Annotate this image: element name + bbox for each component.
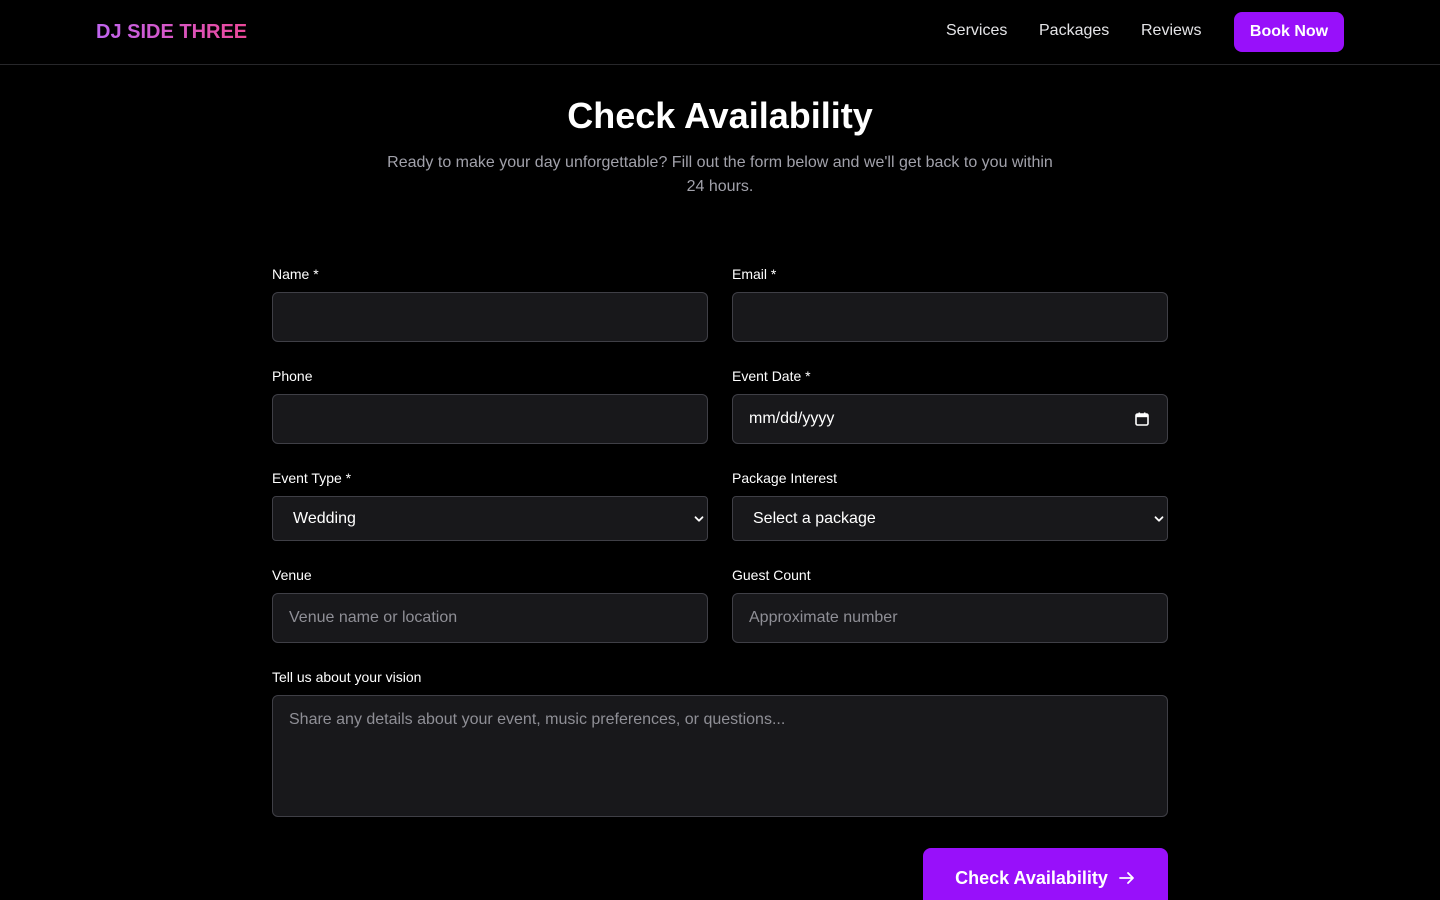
page-subtitle: Ready to make your day unforgettable? Fi… bbox=[387, 154, 1053, 195]
check-availability-label: Check Availability bbox=[955, 867, 1108, 888]
event-type-selected: Wedding bbox=[293, 509, 356, 527]
calendar-icon[interactable] bbox=[1135, 412, 1149, 426]
nav-link-reviews[interactable]: Reviews bbox=[1141, 21, 1201, 41]
navbar: DJ SIDE THREE Services Packages Reviews … bbox=[0, 0, 1440, 65]
guest-count-label: Guest Count bbox=[732, 567, 811, 583]
event-date-placeholder: mm/dd/yyyy bbox=[749, 410, 835, 427]
arrow-right-icon bbox=[1118, 872, 1134, 884]
event-date-input[interactable]: mm/dd/yyyy bbox=[732, 394, 1168, 444]
phone-label: Phone bbox=[272, 368, 313, 384]
name-input[interactable] bbox=[272, 292, 708, 342]
check-availability-button[interactable]: Check Availability bbox=[923, 848, 1168, 900]
name-label: Name * bbox=[272, 266, 319, 282]
book-now-button[interactable]: Book Now bbox=[1234, 12, 1344, 52]
page-title: Check Availability bbox=[567, 95, 873, 136]
phone-input[interactable] bbox=[272, 394, 708, 444]
event-date-label: Event Date * bbox=[732, 368, 811, 384]
email-label: Email * bbox=[732, 266, 777, 282]
package-select[interactable]: Select a package bbox=[732, 496, 1168, 541]
venue-input[interactable]: Venue name or location bbox=[272, 593, 708, 643]
vision-placeholder: Share any details about your event, musi… bbox=[289, 711, 786, 728]
vision-textarea[interactable]: Share any details about your event, musi… bbox=[272, 695, 1168, 817]
event-type-select[interactable]: Wedding bbox=[272, 496, 708, 541]
brand-logo[interactable]: DJ SIDE THREE bbox=[96, 20, 247, 44]
guest-count-placeholder: Approximate number bbox=[749, 609, 898, 626]
event-type-label: Event Type * bbox=[272, 470, 352, 486]
email-input[interactable] bbox=[732, 292, 1168, 342]
venue-label: Venue bbox=[272, 567, 312, 583]
nav-link-services[interactable]: Services bbox=[946, 21, 1007, 41]
venue-placeholder: Venue name or location bbox=[289, 609, 458, 626]
package-selected: Select a package bbox=[753, 509, 876, 527]
nav-link-packages[interactable]: Packages bbox=[1039, 21, 1109, 41]
chevron-down-icon bbox=[1154, 515, 1164, 522]
guest-count-input[interactable]: Approximate number bbox=[732, 593, 1168, 643]
vision-label: Tell us about your vision bbox=[272, 669, 422, 685]
package-label: Package Interest bbox=[732, 470, 838, 486]
chevron-down-icon bbox=[694, 515, 704, 522]
